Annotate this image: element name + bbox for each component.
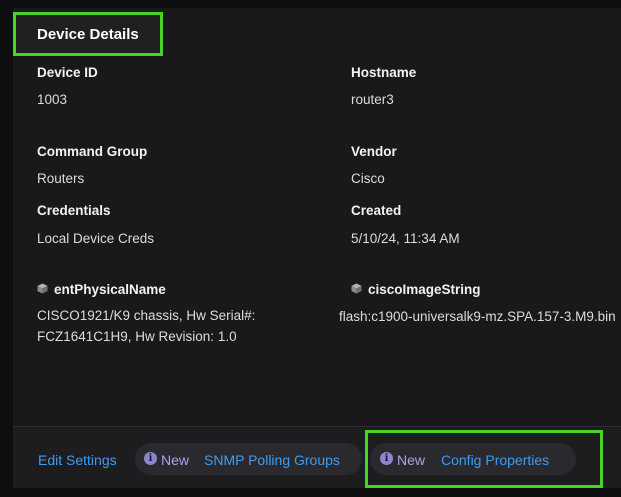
device-id-label: Device ID	[37, 65, 98, 80]
ent-physical-name-label: entPhysicalName	[54, 282, 166, 297]
page-title: Device Details	[37, 26, 139, 43]
hostname-label: Hostname	[351, 65, 417, 80]
snmp-new-badge: New	[161, 452, 190, 468]
config-new-badge: New	[397, 452, 426, 468]
hostname-value: router3	[351, 92, 394, 107]
ent-physical-name-value: CISCO1921/K9 chassis, Hw Serial#: FCZ164…	[37, 308, 256, 344]
credentials-value: Local Device Creds	[37, 231, 155, 246]
cisco-image-string-label: ciscoImageString	[368, 282, 481, 297]
config-properties-link[interactable]: Config Properties	[441, 452, 549, 468]
cube-icon	[37, 283, 48, 294]
created-label: Created	[351, 203, 402, 218]
device-details-panel	[13, 8, 621, 488]
device-id-value: 1003	[37, 92, 68, 107]
info-icon: i	[144, 452, 157, 465]
command-group-value: Routers	[37, 171, 85, 186]
cube-icon	[351, 283, 362, 294]
info-icon: i	[380, 452, 393, 465]
cisco-image-string-value: flash:c1900-universalk9-mz.SPA.157-3.M9.…	[339, 309, 616, 324]
credentials-label: Credentials	[37, 203, 111, 218]
vendor-value: Cisco	[351, 171, 385, 186]
edit-settings-link[interactable]: Edit Settings	[38, 452, 117, 468]
snmp-polling-groups-link[interactable]: SNMP Polling Groups	[204, 452, 340, 468]
vendor-label: Vendor	[351, 144, 397, 159]
created-value: 5/10/24, 11:34 AM	[351, 231, 460, 246]
command-group-label: Command Group	[37, 144, 148, 159]
